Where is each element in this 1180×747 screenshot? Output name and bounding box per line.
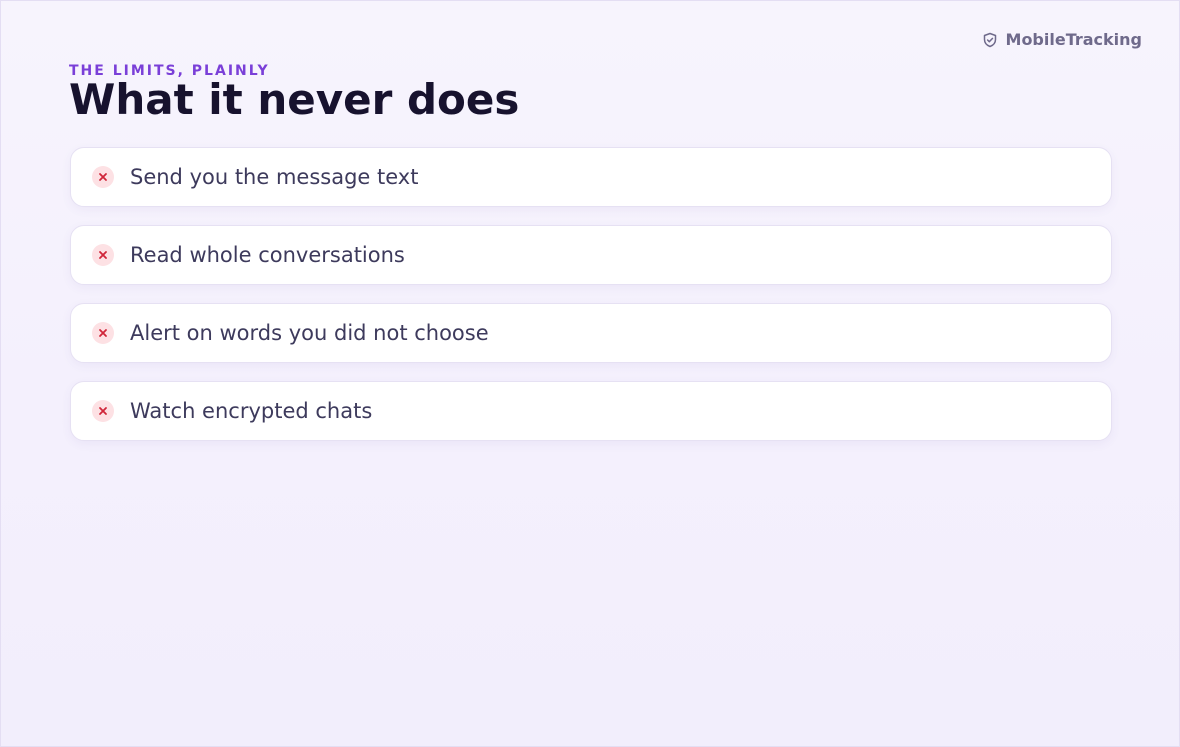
list-item: Alert on words you did not choose	[70, 303, 1112, 363]
list-item-label: Alert on words you did not choose	[130, 321, 489, 345]
shield-check-icon	[982, 32, 998, 48]
x-icon	[92, 322, 114, 344]
x-icon	[92, 166, 114, 188]
list-item-label: Send you the message text	[130, 165, 419, 189]
list-item-label: Watch encrypted chats	[130, 399, 373, 423]
limits-list: Send you the message text Read whole con…	[70, 147, 1112, 459]
x-icon	[92, 244, 114, 266]
list-item: Read whole conversations	[70, 225, 1112, 285]
x-icon	[92, 400, 114, 422]
brand-logo: MobileTracking	[982, 30, 1142, 50]
list-item: Send you the message text	[70, 147, 1112, 207]
brand-name: MobileTracking	[1005, 30, 1142, 49]
list-item: Watch encrypted chats	[70, 381, 1112, 441]
page-title: What it never does	[69, 75, 520, 124]
list-item-label: Read whole conversations	[130, 243, 405, 267]
